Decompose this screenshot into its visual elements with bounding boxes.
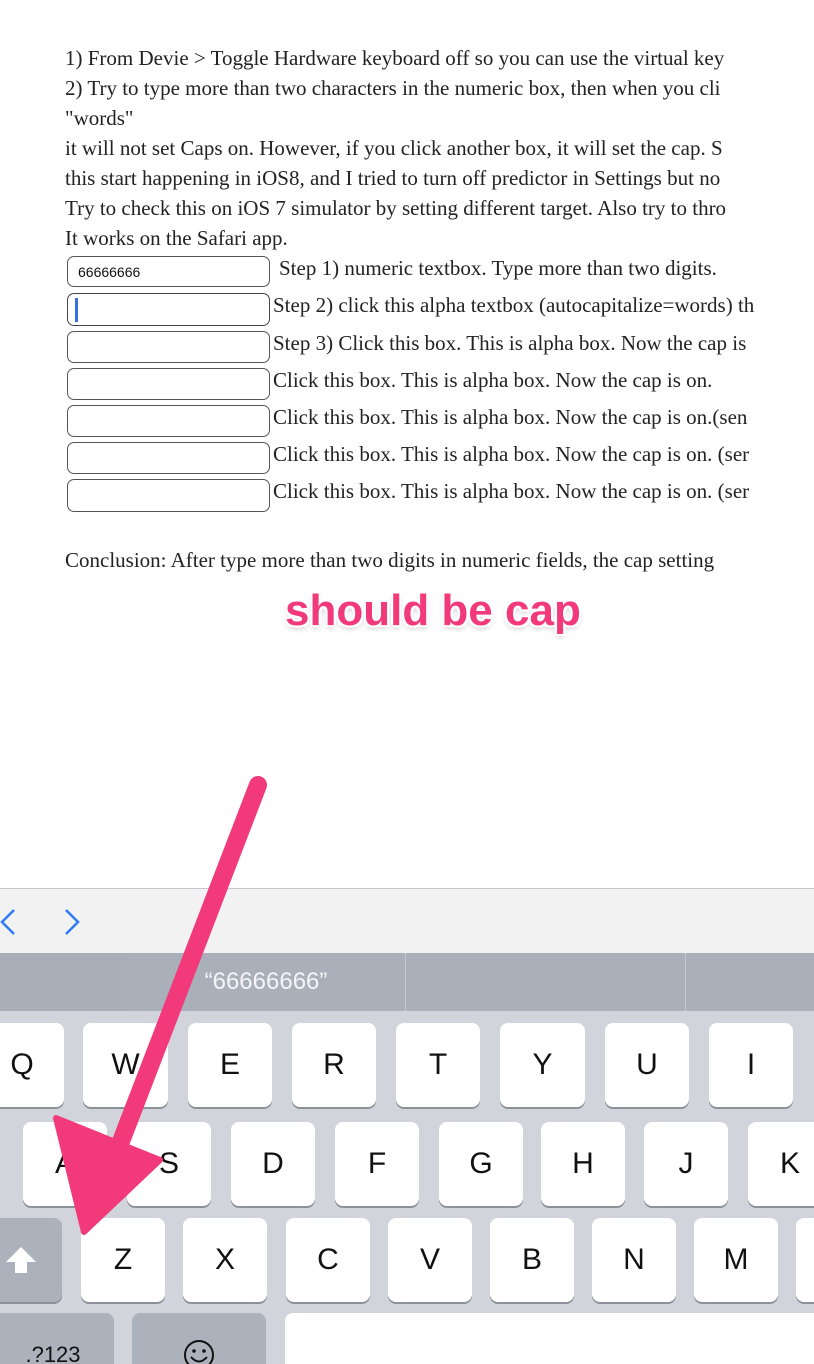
annotation-arrow-icon <box>53 776 267 1235</box>
page: 1) From Devie > Toggle Hardware keyboard… <box>0 0 814 1364</box>
